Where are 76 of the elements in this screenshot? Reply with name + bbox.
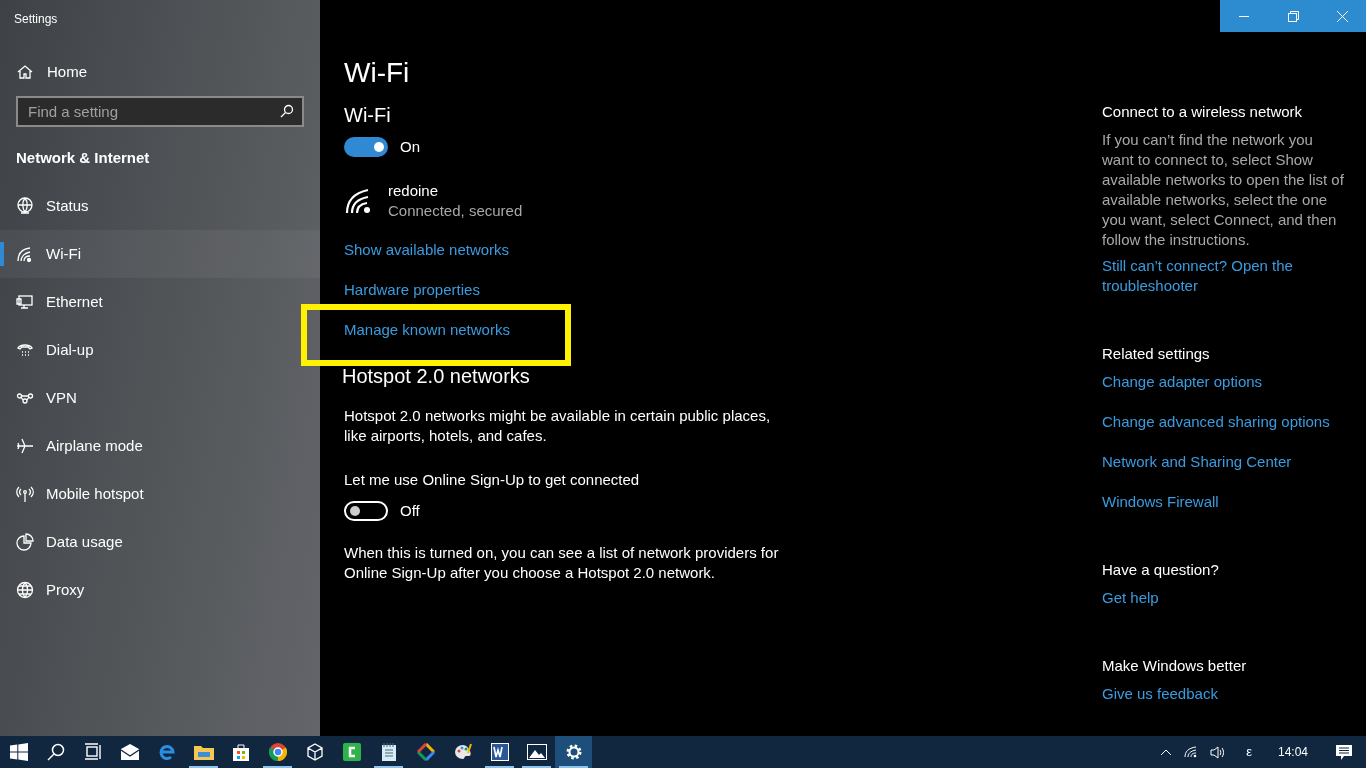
home-item[interactable]: Home <box>0 62 320 82</box>
section-heading: Wi-Fi <box>344 103 392 128</box>
description-text: When this is turned on, you can see a list of network providers for Online Sign-Up after you choose a Hotspot 2.0 network. <box>344 543 780 583</box>
chevron-up-icon[interactable] <box>1160 748 1173 756</box>
pie-chart-icon <box>16 533 34 551</box>
envelope-icon <box>120 744 139 760</box>
aside-text: If you can’t find the network you want to connect to, select Show available networks to open the list of available networks, select the one you want, select Connect, and then follow the instructions. <box>1102 130 1345 250</box>
restore-icon <box>1287 10 1299 22</box>
link[interactable]: Show available networks <box>344 239 510 262</box>
nav-item[interactable]: Dial-up <box>0 326 320 374</box>
page-title: Wi-Fi <box>344 56 411 90</box>
search-icon <box>46 743 65 761</box>
home-icon <box>17 64 33 80</box>
nav-item[interactable]: Mobile hotspot <box>0 470 320 518</box>
nav-item[interactable]: VPN <box>0 374 320 422</box>
nav-item[interactable]: Proxy <box>0 566 320 614</box>
section-heading: Hotspot 2.0 networks <box>342 363 531 389</box>
minimize-icon <box>1239 15 1249 17</box>
link[interactable]: Still can’t connect? Open the troubleshooter <box>1102 256 1352 296</box>
toggle-state-label: Off <box>400 500 420 521</box>
toggle-switch[interactable] <box>344 500 388 521</box>
phone-icon <box>16 341 34 359</box>
diamond-icon <box>416 743 435 761</box>
windows-logo-icon <box>9 743 28 761</box>
link[interactable]: Windows Firewall <box>1102 492 1352 512</box>
nav-item[interactable]: Wi-Fi <box>0 230 320 278</box>
mountain-picture-icon <box>526 744 547 760</box>
link[interactable]: Get help <box>1102 588 1352 608</box>
link[interactable]: Change adapter options <box>1102 372 1352 392</box>
monitor-icon <box>16 293 34 311</box>
search-icon <box>280 104 294 118</box>
link[interactable]: Change advanced sharing options <box>1102 412 1352 432</box>
description-text: Hotspot 2.0 networks might be available in certain public places, like airports, hotels, and cafes. <box>344 405 772 446</box>
nav-item[interactable]: Ethernet <box>0 278 320 326</box>
aside-heading: Connect to a wireless network <box>1102 102 1304 122</box>
folder-icon <box>193 744 214 760</box>
globe-icon <box>16 581 34 599</box>
airplane-icon <box>16 437 34 455</box>
language-indicator[interactable]: ε <box>1246 742 1252 762</box>
gear-icon <box>564 743 583 761</box>
aside-heading: Related settings <box>1102 344 1211 364</box>
taskbar-button[interactable] <box>555 736 592 768</box>
window-title: Settings <box>13 11 59 28</box>
network-name: redoine <box>388 180 440 201</box>
link[interactable]: Give us feedback <box>1102 684 1352 704</box>
cube-icon <box>305 743 324 761</box>
toggle-state-label: On <box>400 137 420 157</box>
wifi-icon <box>16 245 34 263</box>
toggle-switch[interactable] <box>344 137 388 158</box>
antenna-icon <box>16 485 34 503</box>
aside-heading: Have a question? <box>1102 560 1220 580</box>
shopping-bag-icon <box>231 743 250 761</box>
letter-c-icon <box>342 743 361 761</box>
speaker-icon[interactable] <box>1210 745 1227 759</box>
network-status: Connected, secured <box>388 200 523 221</box>
task-view-icon <box>83 743 102 761</box>
letter-w-icon <box>490 743 509 761</box>
aside-heading: Make Windows better <box>1102 656 1248 676</box>
notepad-icon <box>380 743 397 761</box>
paint-palette-icon <box>453 743 472 761</box>
nav-item[interactable]: Airplane mode <box>0 422 320 470</box>
link[interactable]: Network and Sharing Center <box>1102 452 1352 472</box>
globe-icon <box>16 197 34 215</box>
link[interactable]: Hardware properties <box>344 279 480 302</box>
nav-item[interactable]: Status <box>0 182 320 230</box>
letter-e-icon <box>157 743 176 761</box>
link[interactable]: Manage known networks <box>344 319 510 342</box>
nav-item[interactable]: Data usage <box>0 518 320 566</box>
setting-label: Let me use Online Sign-Up to get connected <box>344 469 641 490</box>
wifi-icon[interactable] <box>1184 746 1199 758</box>
notification-icon[interactable] <box>1336 744 1352 760</box>
close-icon <box>1336 10 1348 22</box>
search-field[interactable]: Find a setting <box>16 96 304 127</box>
clock[interactable]: 14:04 <box>1277 743 1308 761</box>
section-heading: Network & Internet <box>15 148 151 167</box>
color-wheel-icon <box>268 743 287 761</box>
